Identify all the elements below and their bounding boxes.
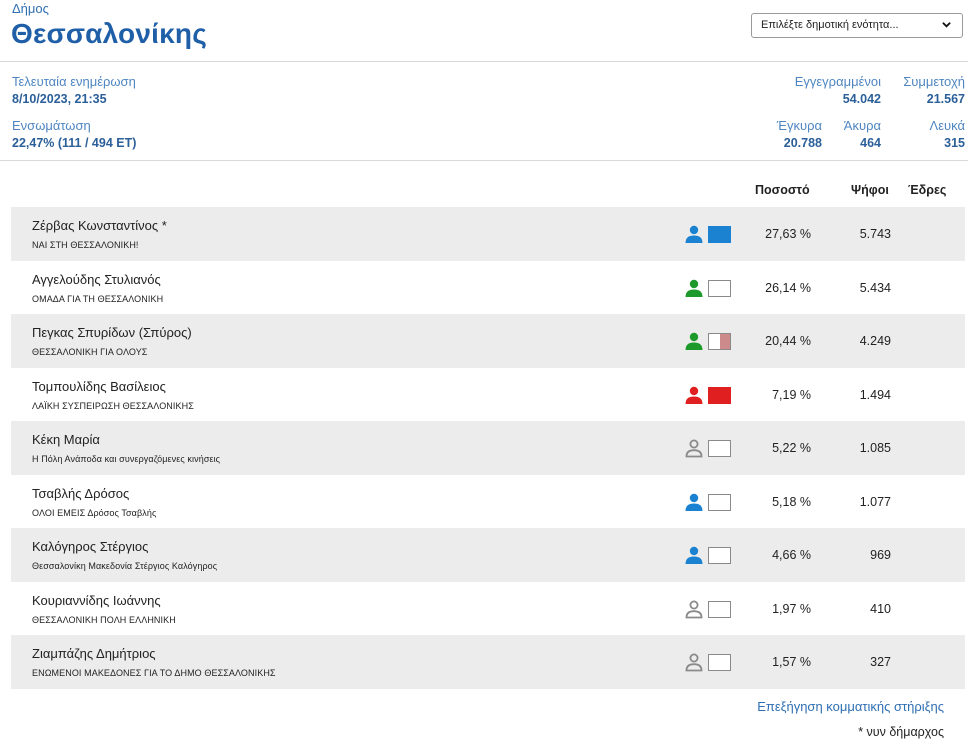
unit-select-value: Επιλέξτε δημοτική ενότητα... [761,19,899,31]
candidate-votes: 1.077 [859,494,891,509]
party-support-indicator [708,226,731,243]
chevron-down-icon [942,22,951,28]
candidate-name: Τομπουλίδης Βασίλειος [32,378,166,394]
blank-value: 315 [944,136,965,150]
person-icon [685,279,703,297]
table-row[interactable]: Αγγελούδης Στυλιανός ΟΜΑΔΑ ΓΙΑ ΤΗ ΘΕΣΣΑΛΟ… [11,261,965,315]
candidate-party: ΟΜΑΔΑ ΓΙΑ ΤΗ ΘΕΣΣΑΛΟΝΙΚΗ [32,293,164,304]
candidate-party: ΟΛΟΙ ΕΜΕΙΣ Δρόσος Τσαβλής [32,507,157,518]
party-support-indicator [708,493,731,511]
person-icon [685,493,703,511]
table-row[interactable]: Καλόγηρος Στέργιος Θεσσαλονίκη Μακεδονία … [11,528,965,582]
candidate-party: ΝΑΙ ΣΤΗ ΘΕΣΣΑΛΟΝΙΚΗ! [32,240,139,250]
candidate-votes: 327 [870,655,891,669]
candidate-name: Κουριαννίδης Ιωάννης [32,592,161,608]
candidate-party: ΘΕΣΣΑΛΟΝΙΚΗ ΓΙΑ ΟΛΟΥΣ [32,347,148,357]
col-header-seats: Έδρες [908,183,947,197]
table-row[interactable]: Πεγκας Σπυρίδων (Σπύρος) ΘΕΣΣΑΛΟΝΙΚΗ ΓΙΑ … [11,314,965,368]
party-support-fill [709,227,730,242]
valid-value: 20.788 [783,136,822,150]
party-support-indicator [708,279,731,297]
municipality-kicker: Δήμος [12,1,49,16]
candidate-percent: 5,18 % [772,494,811,509]
updated-value: 8/10/2023, 21:35 [12,92,107,106]
person-icon [685,332,703,350]
person-outline-icon [685,600,703,618]
unit-select[interactable]: Επιλέξτε δημοτική ενότητα... [751,13,963,38]
candidate-percent: 5,22 % [772,441,811,455]
page-title: Θεσσαλονίκης [11,18,207,49]
party-support-explanation-link[interactable]: Επεξήγηση κομματικής στήριξης [757,699,944,714]
updated-label: Τελευταία ενημέρωση [12,74,136,89]
incumbent-note: * νυν δήμαρχος [858,725,944,739]
party-support-indicator [708,654,731,671]
turnout-label: Συμμετοχή [903,74,965,89]
party-support-fill [719,334,730,349]
registered-label: Εγγεγραμμένοι [794,74,881,89]
registered-value: 54.042 [842,92,881,106]
candidate-name: Ζιαμπάζης Δημήτριος [32,646,156,661]
integration-label: Ενσωμάτωση [12,118,91,133]
table-row[interactable]: Ζιαμπάζης Δημήτριος ΕΝΩΜΕΝΟΙ ΜΑΚΕΔΟΝΕΣ ΓΙ… [11,635,965,689]
person-icon [685,546,703,564]
candidate-percent: 4,66 % [772,548,811,562]
candidate-name: Ζέρβας Κωνσταντίνος * [32,218,167,233]
candidate-party: Θεσσαλονίκη Μακεδονία Στέργιος Καλόγηρος [32,561,218,571]
table-row[interactable]: Κέκη Μαρία Η Πόλη Ανάποδα και συνεργαζόμε… [11,421,965,475]
candidates-table: Ζέρβας Κωνσταντίνος * ΝΑΙ ΣΤΗ ΘΕΣΣΑΛΟΝΙΚΗ… [11,207,965,689]
table-row[interactable]: Κουριαννίδης Ιωάννης ΘΕΣΣΑΛΟΝΙΚΗ ΠΟΛΗ ΕΛΛ… [11,582,965,636]
candidate-votes: 969 [870,548,891,562]
results-summary: Τελευταία ενημέρωση 8/10/2023, 21:35 Ενσ… [0,63,968,161]
candidate-name: Πεγκας Σπυρίδων (Σπύρος) [32,325,192,340]
candidate-percent: 20,44 % [765,334,811,348]
invalid-label: Άκυρα [843,118,881,133]
candidate-votes: 410 [870,601,891,616]
candidate-percent: 1,97 % [772,601,811,616]
candidate-party: ΘΕΣΣΑΛΟΝΙΚΗ ΠΟΛΗ ΕΛΛΗΝΙΚΗ [32,614,176,625]
table-row[interactable]: Τσαβλής Δρόσος ΟΛΟΙ ΕΜΕΙΣ Δρόσος Τσαβλής 5… [11,475,965,529]
table-row[interactable]: Τομπουλίδης Βασίλειος ΛΑΪΚΗ ΣΥΣΠΕΙΡΩΣΗ ΘΕ… [11,368,965,422]
candidate-votes: 1.494 [859,387,891,402]
candidate-percent: 27,63 % [765,227,811,241]
party-support-indicator [708,547,731,564]
party-support-indicator [708,386,731,404]
party-support-fill [709,387,730,403]
person-outline-icon [685,439,703,458]
party-support-indicator [708,333,731,350]
candidate-percent: 26,14 % [765,280,811,295]
candidate-votes: 1.085 [859,441,891,455]
person-icon [685,386,703,404]
person-icon [685,225,703,243]
candidate-name: Καλόγηρος Στέργιος [32,539,149,554]
candidate-votes: 5.743 [859,227,891,241]
candidate-name: Αγγελούδης Στυλιανός [32,271,161,287]
candidate-percent: 1,57 % [772,655,811,669]
turnout-value: 21.567 [926,92,965,106]
invalid-value: 464 [860,136,881,150]
party-support-indicator [708,440,731,457]
col-header-percent: Ποσοστό [755,183,810,197]
candidate-votes: 5.434 [859,280,891,295]
integration-value: 22,47% (111 / 494 ΕΤ) [12,136,137,150]
person-outline-icon [685,653,703,672]
table-row[interactable]: Ζέρβας Κωνσταντίνος * ΝΑΙ ΣΤΗ ΘΕΣΣΑΛΟΝΙΚΗ… [11,207,965,261]
candidate-name: Τσαβλής Δρόσος [32,485,130,501]
blank-label: Λευκά [929,118,965,133]
candidate-party: ΛΑΪΚΗ ΣΥΣΠΕΙΡΩΣΗ ΘΕΣΣΑΛΟΝΙΚΗΣ [32,400,194,411]
candidate-votes: 4.249 [859,334,891,348]
col-header-votes: Ψήφοι [851,183,889,197]
candidate-percent: 7,19 % [772,387,811,402]
valid-label: Έγκυρα [776,118,822,133]
candidate-party: ΕΝΩΜΕΝΟΙ ΜΑΚΕΔΟΝΕΣ ΓΙΑ ΤΟ ΔΗΜΟ ΘΕΣΣΑΛΟΝΙ… [32,668,276,678]
page-header: Δήμος Θεσσαλονίκης Επιλέξτε δημοτική ενό… [0,0,968,62]
candidate-name: Κέκη Μαρία [32,432,100,447]
party-support-indicator [708,600,731,618]
candidate-party: Η Πόλη Ανάποδα και συνεργαζόμενες κινήσε… [32,454,221,464]
